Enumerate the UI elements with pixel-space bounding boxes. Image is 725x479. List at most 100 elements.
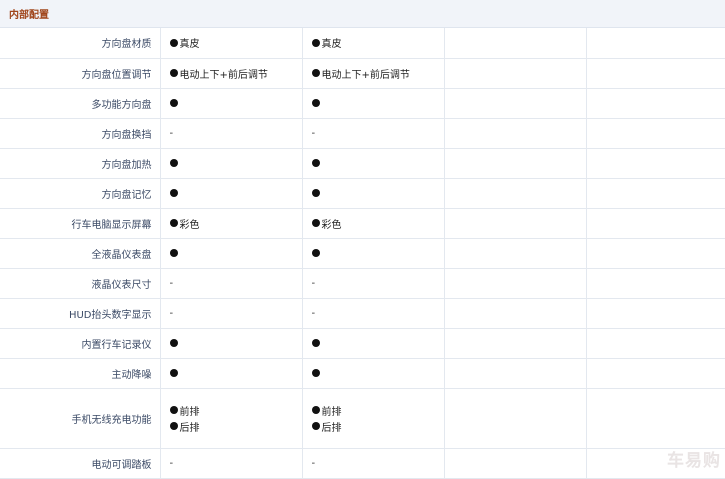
cell-line: 后排: [311, 418, 444, 434]
cell-line: 真皮: [311, 35, 444, 51]
section-title: 内部配置: [9, 10, 49, 21]
spec-cell: [160, 328, 303, 359]
cell-line: [311, 245, 444, 261]
row-label: 电动可调踏板: [0, 448, 161, 479]
not-available-dash: -: [311, 127, 316, 139]
cell-line: -: [312, 305, 444, 321]
cell-value: 真皮: [321, 39, 342, 51]
spec-cell: 电动上下+前后调节: [302, 58, 445, 89]
cell-line: -: [312, 455, 444, 471]
spec-cell: [586, 28, 725, 59]
cell-line: [169, 335, 302, 351]
table-row: 全液晶仪表盘: [0, 238, 725, 269]
standard-dot-icon: [311, 406, 320, 414]
spec-cell: [444, 298, 587, 329]
cell-line: 彩色: [311, 215, 444, 231]
spec-cell: [444, 358, 587, 389]
standard-dot-icon: [311, 422, 320, 430]
spec-cell: -: [302, 268, 445, 299]
cell-value: 彩色: [321, 219, 342, 231]
cell-value: 后排: [179, 422, 200, 434]
standard-dot-icon: [169, 219, 178, 227]
spec-cell: [586, 178, 725, 209]
spec-cell: 真皮: [302, 28, 445, 59]
cell-line: [169, 95, 302, 111]
spec-cell: 前排 后排: [302, 388, 445, 449]
cell-line: 后排: [169, 418, 302, 434]
spec-cell: [160, 358, 303, 389]
spec-cell: 彩色: [160, 208, 303, 239]
spec-cell: [586, 388, 725, 449]
standard-dot-icon: [311, 159, 320, 167]
row-label: 主动降噪: [0, 358, 161, 389]
spec-cell: [444, 118, 587, 149]
cell-line: [311, 365, 444, 381]
standard-dot-icon: [311, 249, 320, 257]
cell-line: [169, 155, 302, 171]
cell-value: 真皮: [179, 39, 200, 51]
standard-dot-icon: [169, 69, 178, 77]
spec-cell: [586, 298, 725, 329]
spec-table: 方向盘材质 真皮 真皮 方向盘位置调节 电动上下+前后调节 电动上下+前后调节 多功能方向盘…: [0, 28, 725, 479]
cell-line: 前排: [311, 402, 444, 418]
cell-value: 后排: [321, 422, 342, 434]
spec-cell: [586, 238, 725, 269]
spec-cell: [444, 208, 587, 239]
standard-dot-icon: [311, 189, 320, 197]
spec-cell: [302, 88, 445, 119]
spec-cell: [444, 388, 587, 449]
table-row: 电动可调踏板 - -: [0, 448, 725, 479]
row-label: 方向盘加热: [0, 148, 161, 179]
spec-cell: 彩色: [302, 208, 445, 239]
standard-dot-icon: [311, 69, 320, 77]
not-available-dash: -: [311, 277, 316, 289]
not-available-dash: -: [311, 457, 316, 469]
spec-cell: [302, 178, 445, 209]
cell-line: 电动上下+前后调节: [169, 65, 302, 81]
spec-cell: 前排后排: [160, 388, 303, 449]
standard-dot-icon: [169, 422, 178, 430]
cell-line: 真皮: [169, 35, 302, 51]
table-row: 方向盘位置调节 电动上下+前后调节 电动上下+前后调节: [0, 58, 725, 89]
row-label: 多功能方向盘: [0, 88, 161, 119]
standard-dot-icon: [169, 38, 178, 47]
spec-cell: 真皮: [160, 28, 303, 59]
section-header: 内部配置: [0, 0, 725, 28]
spec-cell: [586, 118, 725, 149]
spec-cell: [160, 88, 303, 119]
cell-value: 电动上下+前后调节: [179, 69, 268, 81]
not-available-dash: -: [169, 457, 174, 469]
cell-line: [169, 185, 302, 201]
cell-line: 电动上下+前后调节: [311, 65, 444, 81]
cell-line: -: [170, 275, 302, 291]
table-row: 方向盘换挡 - -: [0, 118, 725, 149]
row-label: 内置行车记录仪: [0, 328, 161, 359]
cell-line: -: [312, 125, 444, 141]
watermark-logo: 车易购: [667, 451, 721, 471]
cell-line: -: [170, 455, 302, 471]
table-row: 方向盘记忆: [0, 178, 725, 209]
spec-cell: [444, 28, 587, 59]
spec-cell: [302, 238, 445, 269]
standard-dot-icon: [169, 99, 178, 107]
not-available-dash: -: [169, 127, 174, 139]
cell-line: -: [170, 305, 302, 321]
cell-line: [311, 155, 444, 171]
cell-line: [311, 185, 444, 201]
spec-cell: [160, 178, 303, 209]
table-row: 主动降噪: [0, 358, 725, 389]
spec-cell: [444, 448, 587, 479]
cell-line: 前排: [169, 402, 302, 418]
cell-value: 电动上下+前后调节: [321, 69, 410, 81]
cell-value: 前排: [321, 406, 342, 418]
cell-line: [311, 335, 444, 351]
spec-cell: -: [302, 448, 445, 479]
table-row: 内置行车记录仪: [0, 328, 725, 359]
cell-line: [169, 365, 302, 381]
row-label: HUD抬头数字显示: [0, 298, 161, 329]
spec-cell: [586, 268, 725, 299]
spec-cell: [444, 178, 587, 209]
spec-cell: [444, 88, 587, 119]
row-label: 手机无线充电功能: [0, 388, 161, 449]
spec-cell: [586, 358, 725, 389]
